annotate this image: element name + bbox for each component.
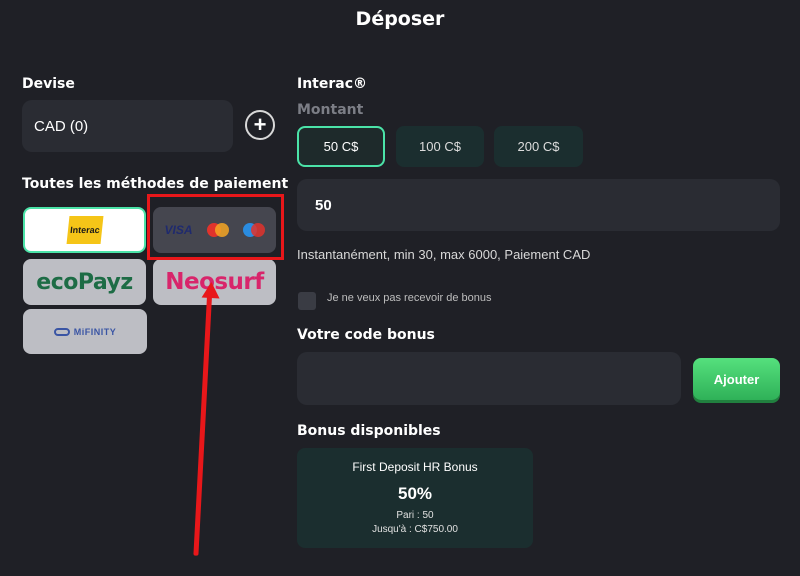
page-title: Déposer bbox=[355, 8, 445, 30]
arrow-head-icon bbox=[201, 281, 221, 299]
bonus-name: First Deposit HR Bonus bbox=[352, 460, 478, 474]
interac-logo: Interac bbox=[66, 216, 103, 244]
bonus-wager: Pari : 50 bbox=[396, 510, 434, 521]
bonus-code-input[interactable] bbox=[297, 352, 681, 405]
no-bonus-checkbox[interactable] bbox=[298, 292, 316, 310]
annotation-arrow bbox=[193, 295, 212, 556]
highlight-box bbox=[147, 194, 284, 260]
bonus-max: Jusqu'à : C$750.00 bbox=[372, 524, 458, 535]
currency-value: CAD (0) bbox=[34, 117, 89, 135]
add-bonus-button[interactable]: Ajouter bbox=[693, 358, 780, 400]
payment-method-interac[interactable]: Interac bbox=[23, 207, 146, 253]
ecopayz-logo: ecoPayz bbox=[36, 269, 133, 295]
bonus-card[interactable]: First Deposit HR Bonus 50% Pari : 50 Jus… bbox=[297, 448, 533, 548]
payment-methods-label: Toutes les méthodes de paiement bbox=[22, 176, 289, 192]
deposit-info: Instantanément, min 30, max 6000, Paieme… bbox=[297, 247, 591, 262]
amount-option-50[interactable]: 50 C$ bbox=[297, 126, 385, 167]
bonus-code-label: Votre code bonus bbox=[297, 327, 435, 343]
currency-select[interactable]: CAD (0) bbox=[22, 100, 233, 152]
currency-label: Devise bbox=[22, 76, 75, 92]
no-bonus-label: Je ne veux pas recevoir de bonus bbox=[327, 292, 492, 304]
amount-input[interactable]: 50 bbox=[297, 179, 780, 231]
plus-icon: + bbox=[253, 112, 267, 137]
amount-option-200[interactable]: 200 C$ bbox=[494, 126, 583, 167]
available-bonuses-label: Bonus disponibles bbox=[297, 423, 441, 439]
payment-method-ecopayz[interactable]: ecoPayz bbox=[23, 259, 146, 305]
amount-option-100[interactable]: 100 C$ bbox=[396, 126, 484, 167]
add-currency-button[interactable]: + bbox=[245, 110, 275, 140]
amount-value: 50 bbox=[315, 196, 332, 214]
mifinity-logo: MiFINITY bbox=[73, 326, 117, 337]
amount-label: Montant bbox=[297, 102, 364, 118]
payment-method-mifinity[interactable]: MiFINITY bbox=[23, 309, 147, 354]
mifinity-icon bbox=[53, 327, 70, 336]
method-title: Interac® bbox=[297, 76, 368, 92]
bonus-percent: 50% bbox=[397, 484, 433, 503]
